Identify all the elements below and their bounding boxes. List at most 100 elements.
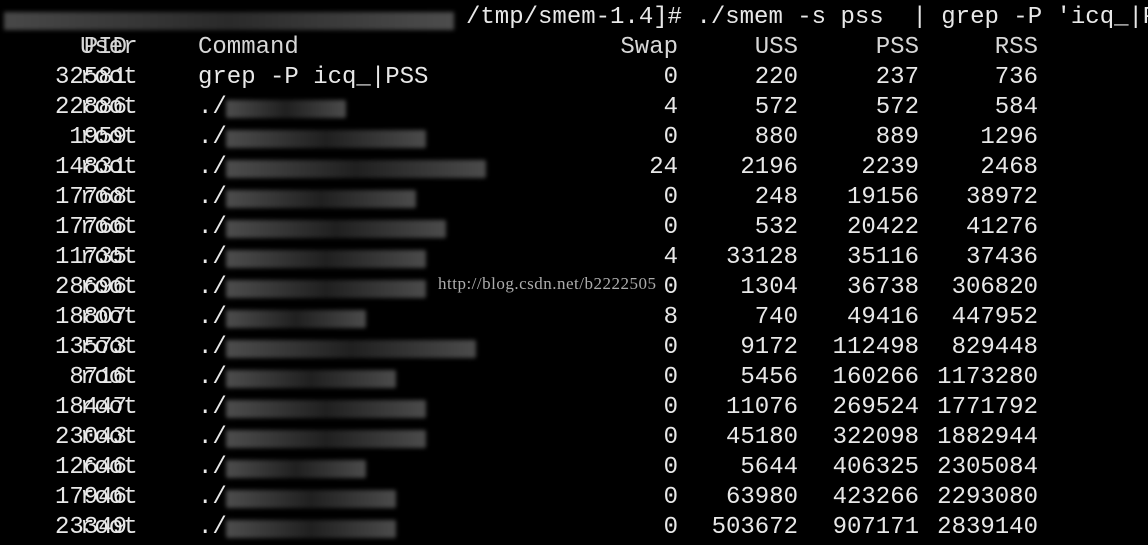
uss-cell: 5644 (740, 454, 798, 481)
redacted-prompt (4, 12, 454, 30)
redacted-command (226, 310, 366, 328)
user-cell: root (80, 64, 138, 91)
user-cell: root (80, 394, 138, 421)
redacted-command (226, 520, 396, 538)
terminal-window[interactable]: /tmp/smem-1.4]# ./smem -s pss | grep -P … (0, 0, 1148, 545)
pss-cell: 406325 (832, 454, 919, 481)
rss-cell: 829448 (951, 334, 1038, 361)
rss-cell: 2839140 (937, 514, 1038, 541)
uss-cell: 63980 (725, 484, 798, 511)
rss-cell: 37436 (965, 244, 1038, 271)
user-cell: root (80, 124, 138, 151)
rss-cell: 38972 (965, 184, 1038, 211)
header-swap: Swap (620, 34, 678, 61)
header-uss: USS (754, 34, 798, 61)
pss-cell: 2239 (861, 154, 919, 181)
pss-cell: 35116 (846, 244, 919, 271)
uss-cell: 740 (754, 304, 798, 331)
pss-cell: 237 (875, 64, 919, 91)
command-text: /tmp/smem-1.4]# ./smem -s pss | grep -P … (466, 4, 1148, 31)
swap-cell: 0 (663, 64, 678, 91)
rss-cell: 41276 (965, 214, 1038, 241)
uss-cell: 33128 (725, 244, 798, 271)
swap-cell: 0 (663, 124, 678, 151)
table-header: PID User Command Swap USS PSS RSS (0, 33, 1038, 63)
rss-cell: 584 (994, 94, 1038, 121)
swap-cell: 0 (663, 394, 678, 421)
user-cell: root (80, 514, 138, 541)
redacted-command (226, 340, 476, 358)
redacted-command (226, 220, 446, 238)
user-cell: root (80, 454, 138, 481)
pss-cell: 49416 (846, 304, 919, 331)
pss-cell: 889 (875, 124, 919, 151)
swap-cell: 0 (663, 364, 678, 391)
pss-cell: 907171 (832, 514, 919, 541)
rss-cell: 1173280 (937, 364, 1038, 391)
rss-cell: 2305084 (937, 454, 1038, 481)
user-cell: root (80, 304, 138, 331)
redacted-command (226, 160, 486, 178)
rss-cell: 1296 (980, 124, 1038, 151)
redacted-command (226, 370, 396, 388)
swap-cell: 4 (663, 244, 678, 271)
swap-cell: 0 (663, 514, 678, 541)
rss-cell: 306820 (951, 274, 1038, 301)
pss-cell: 19156 (846, 184, 919, 211)
header-rss: RSS (994, 34, 1038, 61)
user-cell: root (80, 184, 138, 211)
uss-cell: 220 (754, 64, 798, 91)
swap-cell: 0 (663, 334, 678, 361)
uss-cell: 532 (754, 214, 798, 241)
redacted-command (226, 490, 396, 508)
uss-cell: 5456 (740, 364, 798, 391)
rss-cell: 2468 (980, 154, 1038, 181)
redacted-command (226, 460, 366, 478)
header-command: Command (198, 34, 299, 61)
pss-cell: 423266 (832, 484, 919, 511)
redacted-command (226, 400, 426, 418)
uss-cell: 880 (754, 124, 798, 151)
user-cell: root (80, 484, 138, 511)
rss-cell: 447952 (951, 304, 1038, 331)
swap-cell: 0 (663, 424, 678, 451)
swap-cell: 4 (663, 94, 678, 121)
swap-cell: 0 (663, 454, 678, 481)
pss-cell: 20422 (846, 214, 919, 241)
uss-cell: 503672 (711, 514, 798, 541)
watermark-text: http://blog.csdn.net/b2222505 (438, 274, 657, 293)
user-cell: root (80, 214, 138, 241)
pss-cell: 160266 (832, 364, 919, 391)
user-cell: root (80, 274, 138, 301)
redacted-command (226, 130, 426, 148)
uss-cell: 1304 (740, 274, 798, 301)
rss-cell: 1771792 (937, 394, 1038, 421)
uss-cell: 9172 (740, 334, 798, 361)
pss-cell: 322098 (832, 424, 919, 451)
pss-cell: 112498 (832, 334, 919, 361)
pss-cell: 36738 (846, 274, 919, 301)
rss-cell: 736 (994, 64, 1038, 91)
user-cell: root (80, 94, 138, 121)
redacted-command (226, 190, 416, 208)
user-cell: root (80, 154, 138, 181)
user-cell: root (80, 334, 138, 361)
swap-cell: 0 (663, 484, 678, 511)
user-cell: root (80, 424, 138, 451)
swap-cell: 0 (663, 214, 678, 241)
uss-cell: 2196 (740, 154, 798, 181)
redacted-command (226, 430, 426, 448)
redacted-command (226, 280, 426, 298)
user-cell: root (80, 364, 138, 391)
pss-cell: 269524 (832, 394, 919, 421)
uss-cell: 11076 (725, 394, 798, 421)
rss-cell: 1882944 (937, 424, 1038, 451)
redacted-command (226, 250, 426, 268)
uss-cell: 248 (754, 184, 798, 211)
header-pss: PSS (875, 34, 919, 61)
redacted-command (226, 100, 346, 118)
header-user: User (80, 34, 138, 61)
command-cell: grep -P icq_|PSS (198, 64, 429, 91)
uss-cell: 45180 (725, 424, 798, 451)
command-prompt-line: /tmp/smem-1.4]# ./smem -s pss | grep -P … (0, 3, 1148, 33)
